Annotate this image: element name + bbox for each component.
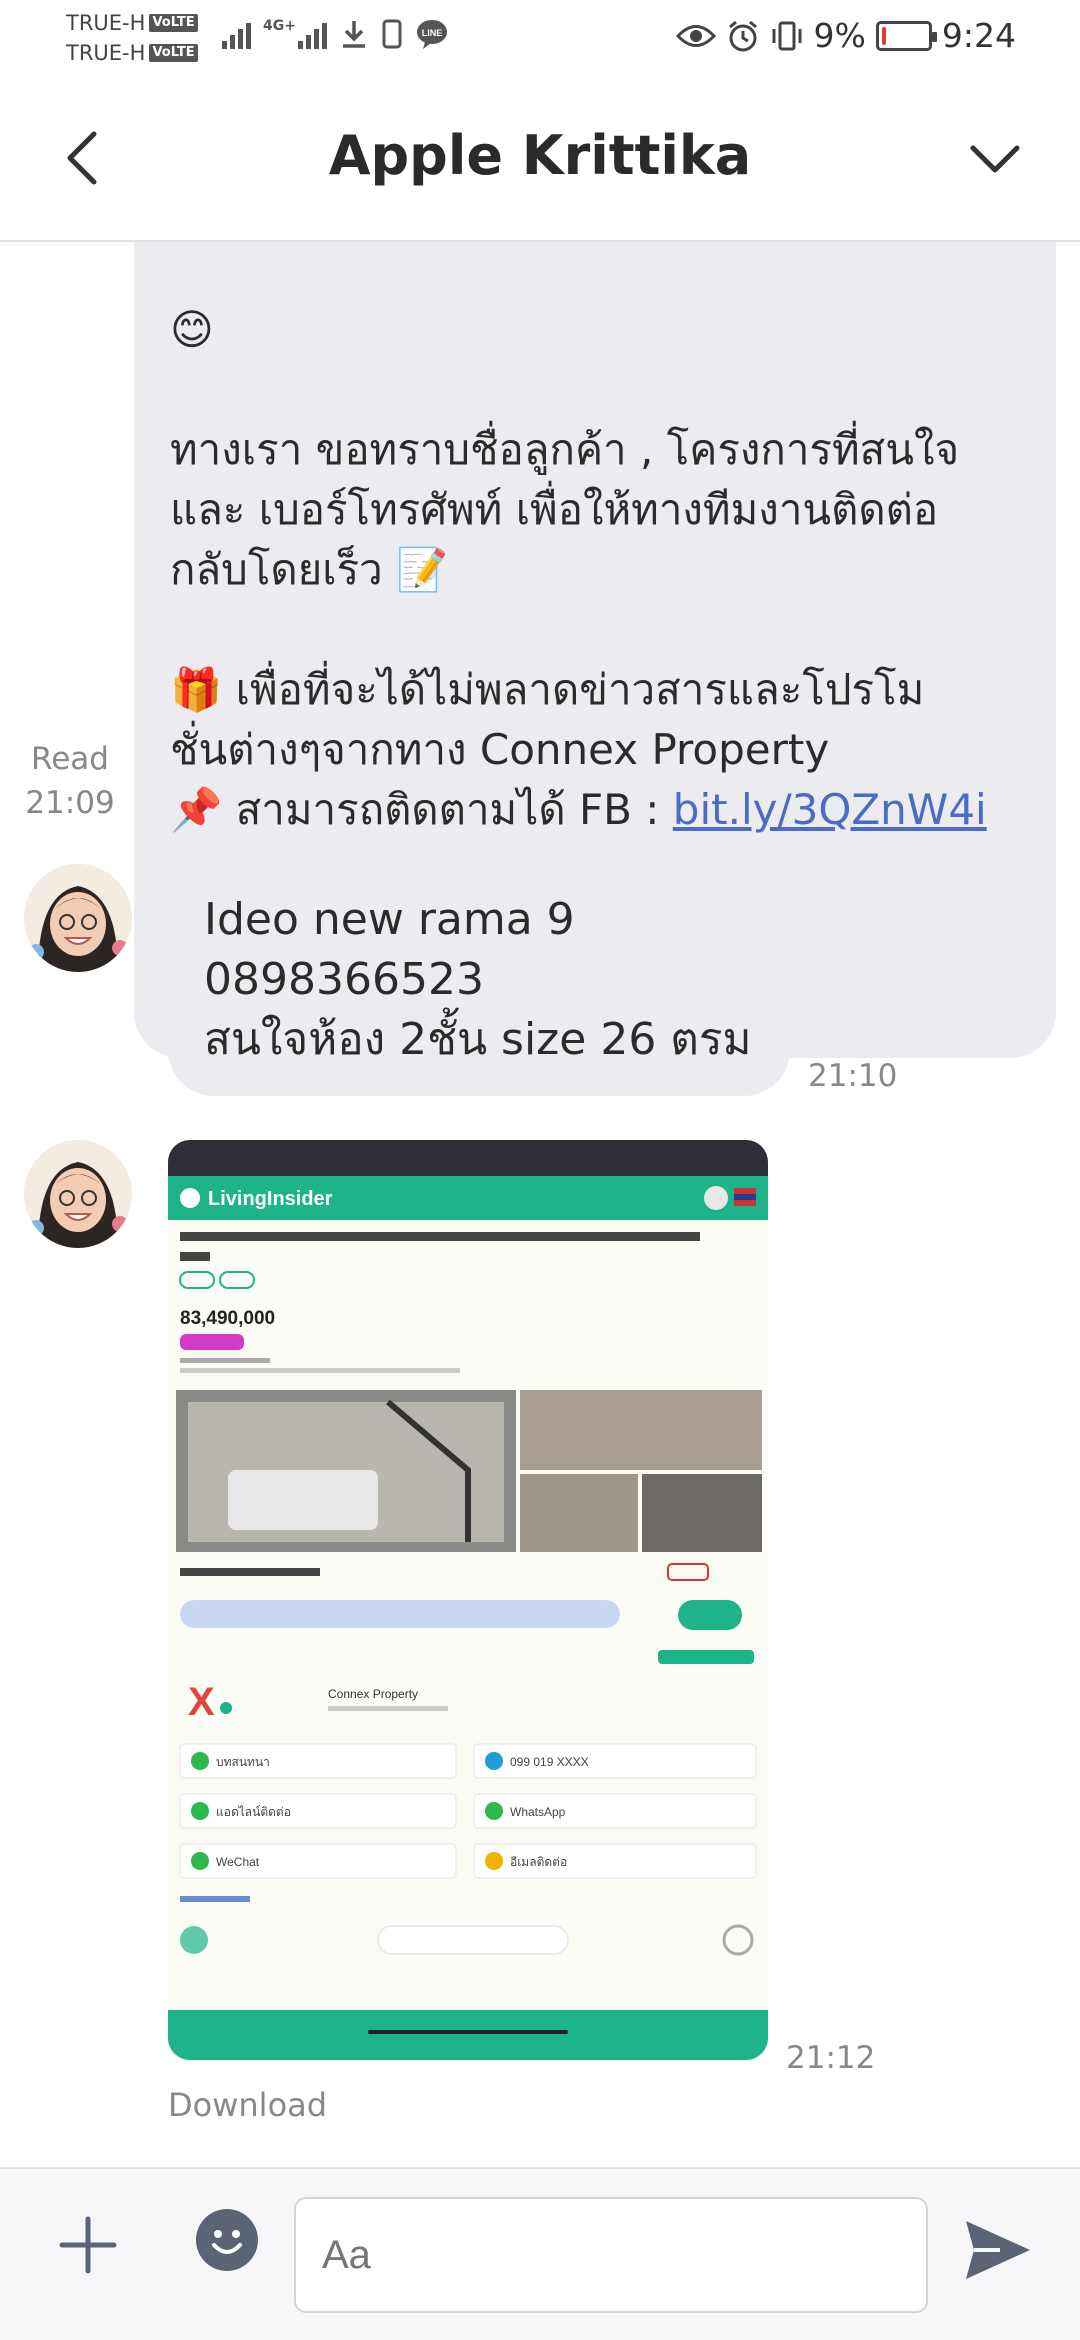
message-line: และ เบอร์โทรศัพท์ เพื่อให้ทางทีมงานติดต่… (170, 485, 939, 534)
read-label: Read (31, 741, 109, 777)
carrier-1: TRUE-H (66, 11, 146, 35)
chat-header: Apple Krittika (0, 78, 1080, 242)
avatar-image (24, 1140, 132, 1248)
avatar[interactable] (24, 1140, 132, 1248)
download-icon (342, 21, 365, 48)
volte-badge: VoLTE (149, 44, 198, 62)
line-icon: LINE (416, 20, 447, 49)
chevron-down-icon (970, 145, 1020, 173)
alarm-icon (728, 20, 757, 51)
avatar[interactable] (24, 864, 132, 972)
message-line: 0898366523 (204, 954, 484, 1005)
message-line: 😊 (170, 305, 214, 354)
volte-badge: VoLTE (149, 14, 198, 32)
carrier-info: TRUE-H VoLTE TRUE-H VoLTE (66, 8, 198, 68)
message-line: สนใจห้อง 2ชั้น size 26 ตรม (204, 1014, 752, 1065)
vibrate-icon (772, 21, 802, 50)
message-line: ทางเรา ขอทราบชื่อลูกค้า , โครงการที่สนใจ (170, 425, 960, 474)
battery-icon (875, 20, 937, 51)
listing-price: 83,490,000 (180, 1308, 275, 1329)
input-bar (0, 2167, 1080, 2340)
facebook-link[interactable]: bit.ly/3QZnW4i (673, 785, 987, 834)
carrier-2: TRUE-H (66, 41, 146, 65)
message-line: กลับโดยเร็ว 📝 (170, 545, 449, 594)
menu-button[interactable] (960, 118, 1030, 198)
message-time: 21:12 (786, 2040, 876, 2076)
sim-icon (382, 19, 402, 49)
chat-title: Apple Krittika (328, 124, 752, 187)
message-line: 📌 สามารถติดตามได้ FB : (170, 785, 673, 834)
chat-area[interactable]: 😊 ทางเรา ขอทราบชื่อลูกค้า , โครงการที่สน… (0, 242, 1080, 2167)
emoji-button[interactable] (196, 2209, 258, 2271)
message-line: Ideo new rama 9 (204, 894, 575, 945)
battery-percent: 9% (813, 16, 866, 55)
signal-icon (222, 19, 251, 49)
read-receipt: Read 21:09 (18, 737, 122, 825)
contact-label: บทสนทนา (216, 1755, 270, 1769)
contact-label: WhatsApp (510, 1805, 566, 1819)
status-left-icons: 4G+ LINE (222, 18, 449, 50)
download-link[interactable]: Download (168, 2086, 327, 2124)
image-message[interactable]: LivingInsider 83,490,000 X Connex Proper… (168, 1140, 768, 2060)
svg-text:X: X (188, 1680, 215, 1724)
listing-screenshot-image: LivingInsider 83,490,000 X Connex Proper… (168, 1140, 768, 2060)
agent-name: Connex Property (328, 1687, 418, 1701)
emoji-icon (212, 2230, 242, 2254)
plus-icon (59, 2216, 117, 2274)
contact-label: อีเมลติดต่อ (510, 1855, 567, 1869)
message-time: 21:09 (25, 785, 115, 821)
site-logo-text: LivingInsider (208, 1188, 333, 1210)
message-line: 🎁 เพื่อที่จะได้ไม่พลาดข่าวสารและโปรโม (170, 665, 925, 714)
status-bar: TRUE-H VoLTE TRUE-H VoLTE 4G+ LINE 9% 9:24 (0, 0, 1080, 78)
contact-label: WeChat (216, 1855, 260, 1869)
signal-4g-icon: 4G+ (263, 19, 327, 49)
contact-label: แอดไลน์ติดต่อ (216, 1805, 291, 1819)
avatar-image (24, 864, 132, 972)
contact-label: 099 019 XXXX (510, 1755, 589, 1769)
message-line: ชั่นต่างๆจากทาง Connex Property (170, 725, 830, 774)
svg-text:LINE: LINE (422, 28, 443, 38)
incoming-message-bubble[interactable]: Ideo new rama 9 0898366523 สนใจห้อง 2ชั้… (168, 866, 790, 1096)
status-right: 9% 9:24 (675, 16, 1016, 55)
send-button[interactable] (960, 2213, 1034, 2287)
eye-icon (675, 24, 716, 47)
clock: 9:24 (941, 16, 1016, 55)
message-input[interactable] (294, 2197, 928, 2313)
message-line-with-link: 📌 สามารถติดตามได้ FB : bit.ly/3QZnW4i (170, 780, 1020, 840)
send-icon (966, 2221, 1030, 2279)
add-attachment-button[interactable] (56, 2213, 120, 2277)
message-time: 21:10 (808, 1058, 898, 1094)
